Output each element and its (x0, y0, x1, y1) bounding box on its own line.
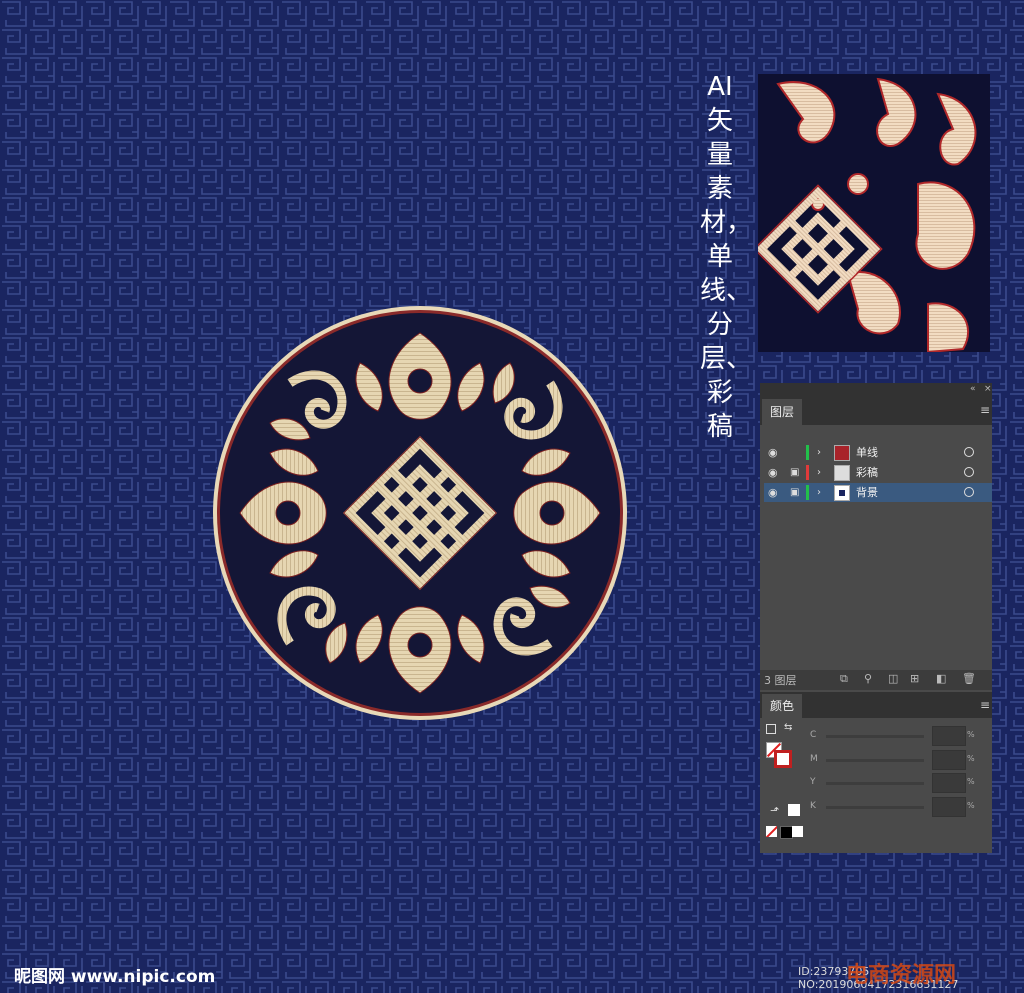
layer-row[interactable]: ◉ ▣ › 背景 (764, 483, 992, 502)
percent-label: % (967, 754, 975, 763)
layer-color-bar (806, 465, 809, 480)
channel-value-field[interactable] (932, 797, 966, 817)
channel-slider[interactable] (826, 735, 924, 738)
channel-value-field[interactable] (932, 773, 966, 793)
layer-row[interactable]: ◉ ▣ › 彩稿 (764, 463, 992, 482)
new-layer-icon[interactable]: ◧ (936, 672, 946, 685)
channel-y-label: Y (810, 777, 816, 787)
trash-icon[interactable]: 🗑 (962, 672, 976, 685)
channel-slider[interactable] (826, 806, 924, 809)
percent-label: % (967, 777, 975, 786)
swap-colors-icon[interactable]: ⇆ (784, 722, 792, 733)
layer-row[interactable]: ◉ › 单线 (764, 443, 992, 462)
illustrator-panels: « × 图层 ≡ ◉ › 单线 ◉ ▣ › 彩稿 ◉ ▣ › 背景 3 图层 ⧉… (760, 383, 992, 853)
white-swatch[interactable] (792, 826, 803, 837)
collapse-icon[interactable]: « (970, 384, 976, 394)
channel-value-field[interactable] (932, 726, 966, 746)
circular-ornament-medallion (213, 306, 627, 720)
hamburger-menu-icon[interactable]: ≡ (980, 403, 990, 417)
layer-thumbnail (834, 485, 850, 501)
new-sublayer-icon[interactable]: ⊞ (910, 672, 919, 685)
layers-list: ◉ › 单线 ◉ ▣ › 彩稿 ◉ ▣ › 背景 (760, 425, 992, 670)
layer-thumbnail (834, 465, 850, 481)
channel-value-field[interactable] (932, 750, 966, 770)
layer-name[interactable]: 彩稿 (856, 463, 878, 482)
layer-color-bar (806, 485, 809, 500)
none-swatch[interactable] (766, 826, 777, 837)
tab-color[interactable]: 颜色 (762, 694, 803, 718)
eye-icon[interactable]: ◉ (768, 443, 782, 462)
eye-icon[interactable]: ◉ (768, 463, 782, 482)
clipping-mask-icon[interactable]: ◫ (888, 672, 898, 685)
site-logo: 昵图网 www.nipic.com (14, 967, 216, 987)
chevron-right-icon[interactable]: › (817, 463, 821, 482)
color-panel-body: ⇆ C % M % Y % K % ⬏ (760, 718, 992, 840)
layer-color-bar (806, 445, 809, 460)
panel-top-strip: « × (760, 383, 992, 397)
layer-thumbnail (834, 445, 850, 461)
stroke-swatch[interactable] (774, 750, 792, 768)
layer-name[interactable]: 单线 (856, 443, 878, 462)
lock-icon[interactable]: ▣ (790, 483, 802, 502)
layer-count: 3 图层 (764, 674, 797, 687)
layer-name[interactable]: 背景 (856, 483, 878, 502)
watermark: 电商资源网 (846, 963, 957, 988)
layers-tabbar: 图层 ≡ (760, 397, 992, 425)
white-swatch[interactable] (788, 804, 800, 816)
target-circle-icon[interactable] (964, 467, 974, 477)
chevron-right-icon[interactable]: › (817, 443, 821, 462)
channel-m-label: M (810, 754, 818, 764)
close-icon[interactable]: × (984, 384, 992, 394)
target-circle-icon[interactable] (964, 447, 974, 457)
search-icon[interactable]: ⚲ (864, 672, 872, 685)
color-tabbar: 颜色 ≡ (760, 692, 992, 718)
layers-footer: 3 图层 ⧉ ⚲ ◫ ⊞ ◧ 🗑 (760, 670, 992, 690)
channel-k-label: K (810, 801, 816, 811)
percent-label: % (967, 801, 975, 810)
out-of-gamut-icon[interactable]: ⬏ (770, 804, 779, 817)
tab-layers[interactable]: 图层 (762, 399, 803, 425)
lock-icon[interactable]: ▣ (790, 463, 802, 482)
export-icon[interactable]: ⧉ (840, 672, 848, 686)
hamburger-menu-icon[interactable]: ≡ (980, 698, 990, 712)
pattern-detail-preview (758, 74, 990, 352)
percent-label: % (967, 730, 975, 739)
target-circle-icon[interactable] (964, 487, 974, 497)
eye-icon[interactable]: ◉ (768, 483, 782, 502)
default-colors-icon[interactable] (766, 724, 776, 734)
vertical-title: AI矢量素材，单线、分层、彩稿 (700, 72, 753, 442)
channel-slider[interactable] (826, 782, 924, 785)
chevron-right-icon[interactable]: › (817, 483, 821, 502)
channel-c-label: C (810, 730, 817, 740)
channel-slider[interactable] (826, 759, 924, 762)
